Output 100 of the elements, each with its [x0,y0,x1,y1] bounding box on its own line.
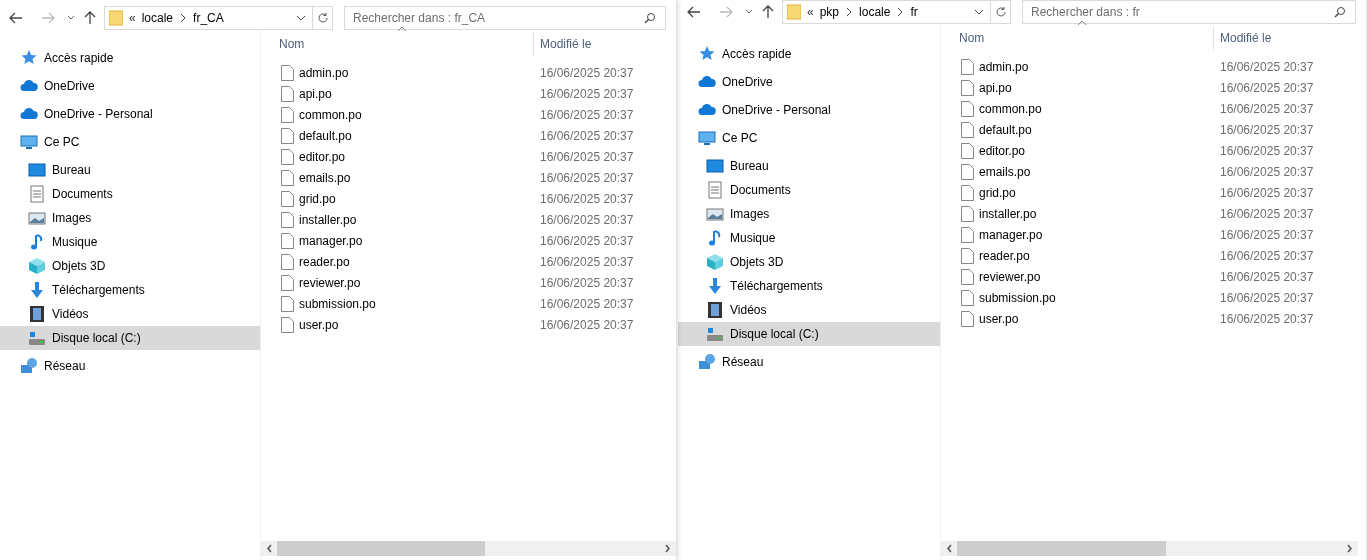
file-name[interactable]: grid.po [979,183,1016,202]
file-name[interactable]: api.po [979,78,1012,97]
breadcrumb[interactable]: locale [859,3,891,21]
file-name[interactable]: manager.po [979,225,1043,244]
file-name[interactable]: reviewer.po [979,267,1041,286]
file-icon [281,316,294,333]
nav-item[interactable]: Musique [678,226,940,250]
search-icon[interactable] [1334,6,1346,18]
file-name[interactable]: installer.po [299,210,357,229]
nav-item[interactable]: Vidéos [0,302,260,326]
horizontal-scrollbar[interactable] [261,541,676,556]
file-name[interactable]: reviewer.po [299,273,361,292]
nav-item[interactable]: OneDrive - Personal [678,98,940,122]
nav-item[interactable]: Téléchargements [0,278,260,302]
nav-item[interactable]: Objets 3D [678,250,940,274]
refresh-icon [316,12,329,24]
file-name[interactable]: admin.po [299,63,349,82]
nav-item[interactable]: Bureau [678,154,940,178]
modified-date: 16/06/2025 20:37 [539,64,634,82]
file-icon [281,127,294,144]
overflow-mark[interactable]: « [129,9,136,27]
file-name[interactable]: editor.po [979,141,1026,160]
nav-item[interactable]: Disque local (C:) [0,326,260,350]
nav-item[interactable]: Accès rapide [678,42,940,66]
modified-date: 16/06/2025 20:37 [539,316,634,334]
file-name[interactable]: reader.po [299,252,350,271]
file-name[interactable]: reader.po [979,246,1030,265]
file-name[interactable]: submission.po [299,294,376,313]
nav-item[interactable]: Images [0,206,260,230]
file-name[interactable]: submission.po [979,288,1056,307]
nav-item[interactable]: Images [678,202,940,226]
breadcrumb[interactable]: fr_CA [193,9,224,27]
file-icon [281,295,294,312]
modified-date: 16/06/2025 20:37 [1219,58,1314,76]
file-name[interactable]: user.po [979,309,1019,328]
modified-date: 16/06/2025 20:37 [1219,205,1314,223]
breadcrumb[interactable]: locale [141,9,174,27]
breadcrumb[interactable]: pkp [819,3,840,21]
nav-item[interactable]: Objets 3D [0,254,260,278]
scrollbar-thumb[interactable] [277,541,485,556]
nav-item[interactable]: Documents [0,182,260,206]
chevron-down-icon[interactable] [296,13,306,23]
modified-date: 16/06/2025 20:37 [1219,100,1314,118]
file-name[interactable]: grid.po [299,189,336,208]
address-bar[interactable]: « locale fr_CA [104,6,333,30]
file-name[interactable]: editor.po [299,147,346,166]
horizontal-scrollbar[interactable] [941,541,1358,556]
search-field[interactable]: Rechercher dans : fr [1022,0,1356,24]
file-icon [961,310,974,327]
chevron-right-icon [896,7,905,17]
nav-item[interactable]: Vidéos [678,298,940,322]
column-header[interactable]: Modifié le [1214,26,1358,50]
nav-item[interactable]: Accès rapide [0,46,260,70]
file-name[interactable]: admin.po [979,57,1029,76]
back-arrow-icon[interactable] [686,4,702,20]
breadcrumb[interactable]: fr [910,3,918,21]
desktop-icon [706,157,724,175]
up-arrow-icon[interactable] [760,4,776,20]
address-bar[interactable]: « pkp locale fr [782,0,1011,24]
column-header[interactable]: Modifié le [534,32,676,56]
nav-item[interactable]: Réseau [678,350,940,374]
nav-item[interactable]: Bureau [0,158,260,182]
modified-date: 16/06/2025 20:37 [539,127,634,145]
cube-icon [706,253,724,271]
nav-item[interactable]: Documents [678,178,940,202]
nav-item[interactable]: Ce PC [0,130,260,154]
file-name[interactable]: installer.po [979,204,1037,223]
monitor-icon [20,133,38,151]
nav-item[interactable]: Ce PC [678,126,940,150]
sort-caret-icon [397,26,407,32]
back-arrow-icon[interactable] [8,10,24,26]
desktop-icon [28,161,46,179]
nav-item[interactable]: Disque local (C:) [678,322,940,346]
search-icon[interactable] [644,12,656,24]
file-name[interactable]: common.po [979,99,1042,118]
nav-item[interactable]: Musique [0,230,260,254]
nav-item[interactable]: Réseau [0,354,260,378]
overflow-mark[interactable]: « [807,3,814,21]
file-name[interactable]: default.po [299,126,352,145]
file-name[interactable]: emails.po [979,162,1031,181]
film-icon [706,301,724,319]
file-name[interactable]: user.po [299,315,339,334]
nav-item[interactable]: OneDrive [0,74,260,98]
modified-date: 16/06/2025 20:37 [539,169,634,187]
up-arrow-icon[interactable] [82,10,98,26]
column-header[interactable]: Nom [941,26,1214,50]
file-name[interactable]: common.po [299,105,362,124]
chevron-down-icon[interactable] [974,7,984,17]
file-name[interactable]: api.po [299,84,332,103]
modified-date: 16/06/2025 20:37 [539,148,634,166]
file-name[interactable]: emails.po [299,168,351,187]
nav-item[interactable]: Téléchargements [678,274,940,298]
column-header[interactable]: Nom [261,32,534,56]
nav-item[interactable]: OneDrive - Personal [0,102,260,126]
file-name[interactable]: manager.po [299,231,363,250]
scrollbar-thumb[interactable] [957,541,1166,556]
search-field[interactable]: Rechercher dans : fr_CA [344,6,666,30]
nav-item[interactable]: OneDrive [678,70,940,94]
file-name[interactable]: default.po [979,120,1032,139]
film-icon [28,305,46,323]
